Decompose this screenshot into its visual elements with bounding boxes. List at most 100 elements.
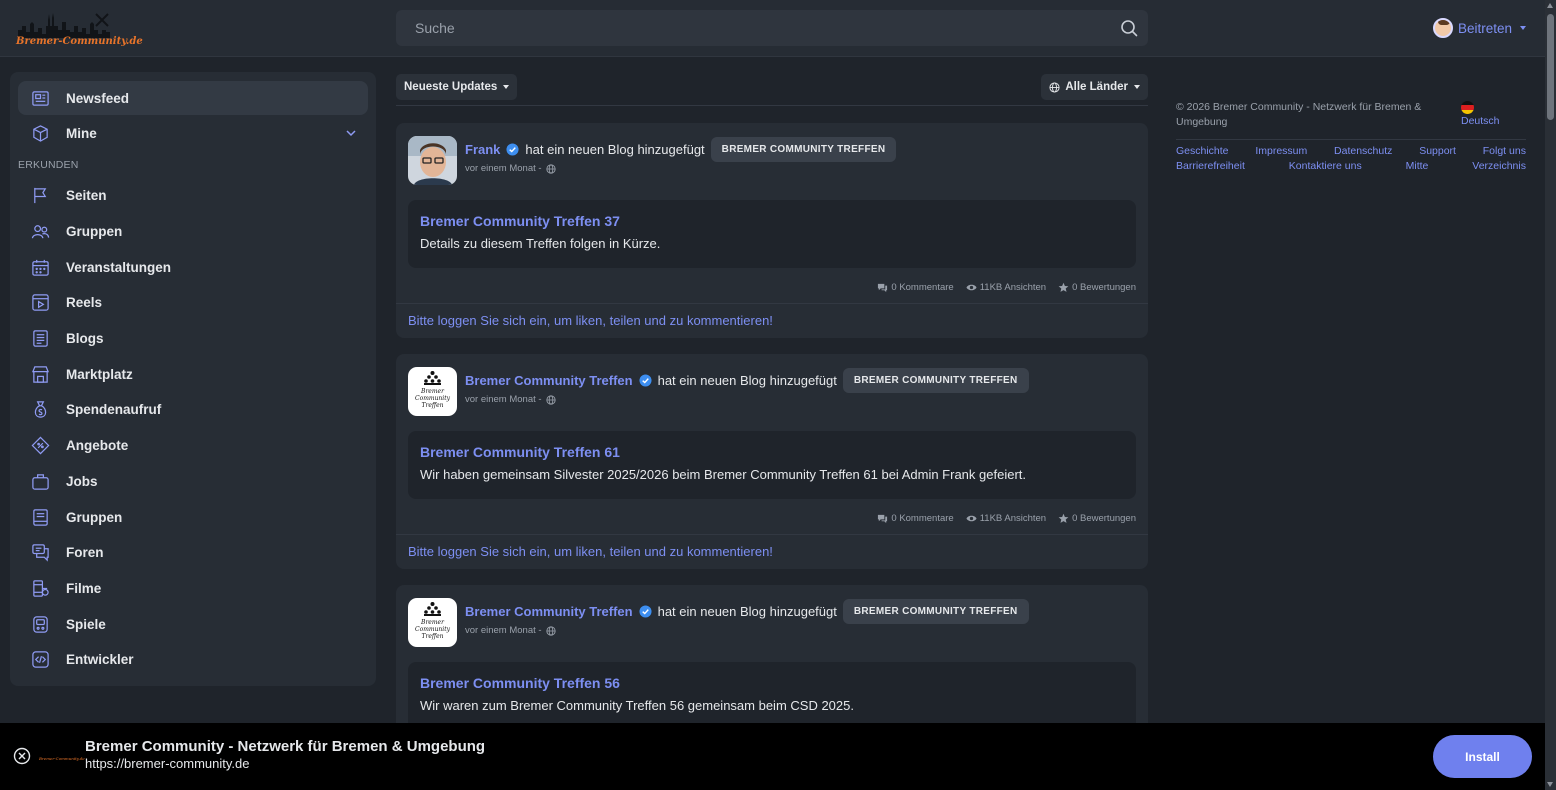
chevron-down-icon: [503, 85, 510, 89]
avatar[interactable]: Bremer Community Treffen: [408, 598, 457, 647]
sidebar-item-entwickler[interactable]: Entwickler: [18, 642, 368, 676]
post-author[interactable]: Bremer Community Treffen: [465, 604, 633, 619]
page-scrollbar[interactable]: [1545, 0, 1556, 790]
section-label-explore: ERKUNDEN: [18, 159, 79, 171]
post-stats: 0 Kommentare 11KB Ansichten 0 Bewertunge…: [877, 513, 1136, 524]
sidebar-item-gruppen[interactable]: Gruppen: [18, 214, 368, 248]
footer-link[interactable]: Mitte: [1406, 160, 1429, 172]
sidebar-item-marktplatz[interactable]: Marktplatz: [18, 357, 368, 391]
german-flag-icon: [1461, 101, 1474, 114]
search-input[interactable]: [396, 10, 1106, 46]
scroll-up-icon[interactable]: [1547, 3, 1553, 8]
sidebar-item-label: Newsfeed: [66, 90, 130, 106]
sidebar-item-newsfeed[interactable]: Newsfeed: [18, 81, 368, 115]
logo-text: Bremer-Community.de: [16, 36, 143, 47]
video-icon: [30, 292, 50, 312]
blog-title[interactable]: Bremer Community Treffen 61: [420, 444, 620, 460]
search-bar[interactable]: [396, 10, 1148, 46]
globe-icon: [1049, 81, 1060, 93]
join-menu[interactable]: Beitreten: [1433, 17, 1527, 39]
post-action: hat ein neuen Blog hinzugefügt: [657, 603, 837, 619]
login-prompt-link[interactable]: Bitte loggen Sie sich ein, um liken, tei…: [408, 313, 773, 328]
ratings-count: 0 Bewertungen: [1072, 513, 1136, 524]
views-count: 11KB Ansichten: [979, 282, 1047, 293]
avatar[interactable]: [408, 136, 457, 185]
svg-text:Community: Community: [415, 395, 451, 402]
sidebar-item-label: Spendenaufruf: [66, 401, 162, 417]
footer-link[interactable]: Barrierefreiheit: [1176, 160, 1245, 172]
feed-post: Bremer Community Treffen Bremer Communit…: [396, 585, 1148, 735]
avatar: [1433, 18, 1453, 38]
avatar[interactable]: Bremer Community Treffen: [408, 367, 457, 416]
gamepad-icon: [30, 614, 50, 634]
sidebar-item-blogs[interactable]: Blogs: [18, 321, 368, 355]
close-icon[interactable]: [13, 747, 31, 765]
footer-link[interactable]: Impressum: [1255, 145, 1307, 157]
svg-text:Treffen: Treffen: [421, 402, 443, 409]
sidebar-item-filme[interactable]: Filme: [18, 571, 368, 605]
svg-text:Bremer: Bremer: [420, 388, 445, 395]
sidebar-item-label: Gruppen: [66, 509, 123, 525]
comments-stat[interactable]: 0 Kommentare: [877, 513, 954, 524]
scroll-down-icon[interactable]: [1547, 782, 1553, 787]
blog-card[interactable]: Bremer Community Treffen 61 Wir haben ge…: [408, 431, 1136, 499]
blog-card[interactable]: Bremer Community Treffen 37 Details zu d…: [408, 200, 1136, 268]
sort-label: Neueste Updates: [404, 81, 498, 93]
footer-link[interactable]: Verzeichnis: [1472, 160, 1526, 172]
ratings-stat[interactable]: 0 Bewertungen: [1058, 282, 1136, 293]
sidebar-item-label: Filme: [66, 580, 102, 596]
blog-card[interactable]: Bremer Community Treffen 56 Wir waren zu…: [408, 662, 1136, 730]
scrollbar-thumb[interactable]: [1547, 14, 1554, 120]
category-badge[interactable]: BREMER COMMUNITY TREFFEN: [842, 367, 1029, 393]
post-author[interactable]: Frank: [465, 142, 500, 157]
calendar-icon: [30, 257, 50, 277]
divider: [396, 534, 1148, 535]
ratings-stat[interactable]: 0 Bewertungen: [1058, 513, 1136, 524]
blog-title[interactable]: Bremer Community Treffen 37: [420, 213, 620, 229]
sidebar-item-mine[interactable]: Mine: [18, 116, 368, 150]
svg-text:Treffen: Treffen: [421, 633, 443, 640]
post-headline: Bremer Community Treffen hat ein neuen B…: [465, 598, 1029, 624]
footer-link[interactable]: Datenschutz: [1334, 145, 1392, 157]
sidebar-item-reels[interactable]: Reels: [18, 285, 368, 319]
film-icon: [30, 578, 50, 598]
footer-link[interactable]: Kontaktiere uns: [1289, 160, 1362, 172]
code-icon: [30, 649, 50, 669]
comments-stat[interactable]: 0 Kommentare: [877, 282, 954, 293]
post-time: vor einem Monat -: [465, 394, 556, 405]
blog-title[interactable]: Bremer Community Treffen 56: [420, 675, 620, 691]
post-action: hat ein neuen Blog hinzugefügt: [657, 372, 837, 388]
sidebar-item-spiele[interactable]: Spiele: [18, 607, 368, 641]
sidebar-item-jobs[interactable]: Jobs: [18, 464, 368, 498]
category-badge[interactable]: BREMER COMMUNITY TREFFEN: [710, 136, 897, 162]
sidebar-item-veranstaltungen[interactable]: Veranstaltungen: [18, 250, 368, 284]
sidebar-item-angebote[interactable]: Angebote: [18, 428, 368, 462]
sort-dropdown[interactable]: Neueste Updates: [396, 74, 518, 100]
site-logo[interactable]: Bremer-Community.de: [14, 8, 143, 50]
sidebar-item-label: Veranstaltungen: [66, 259, 172, 275]
category-badge[interactable]: BREMER COMMUNITY TREFFEN: [842, 598, 1029, 624]
login-prompt-link[interactable]: Bitte loggen Sie sich ein, um liken, tei…: [408, 544, 773, 559]
install-button[interactable]: Install: [1433, 735, 1532, 778]
country-dropdown[interactable]: Alle Länder: [1041, 74, 1148, 100]
sidebar-item-spendenaufruf[interactable]: Spendenaufruf: [18, 392, 368, 426]
sidebar-item-label: Angebote: [66, 437, 129, 453]
sidebar-item-gruppen-2[interactable]: Gruppen: [18, 500, 368, 534]
sidebar-item-seiten[interactable]: Seiten: [18, 178, 368, 212]
forum-icon: [30, 542, 50, 562]
top-header: Bremer-Community.de Beitreten: [0, 0, 1545, 57]
post-author[interactable]: Bremer Community Treffen: [465, 373, 633, 388]
post-time: vor einem Monat -: [465, 163, 556, 174]
language-selector[interactable]: Deutsch: [1461, 101, 1500, 127]
sidebar-item-foren[interactable]: Foren: [18, 535, 368, 569]
chevron-down-icon[interactable]: [346, 128, 356, 138]
footer-link[interactable]: Support: [1419, 145, 1456, 157]
sidebar-item-label: Entwickler: [66, 651, 134, 667]
footer-link[interactable]: Folgt uns: [1483, 145, 1526, 157]
footer-link[interactable]: Geschichte: [1176, 145, 1229, 157]
search-icon[interactable]: [1120, 19, 1138, 37]
app-logo: Bremer-Community.de: [39, 753, 85, 767]
country-label: Alle Länder: [1065, 81, 1128, 93]
footer-links: Geschichte Impressum Datenschutz Support…: [1176, 145, 1526, 157]
post-action: hat ein neuen Blog hinzugefügt: [525, 141, 705, 157]
